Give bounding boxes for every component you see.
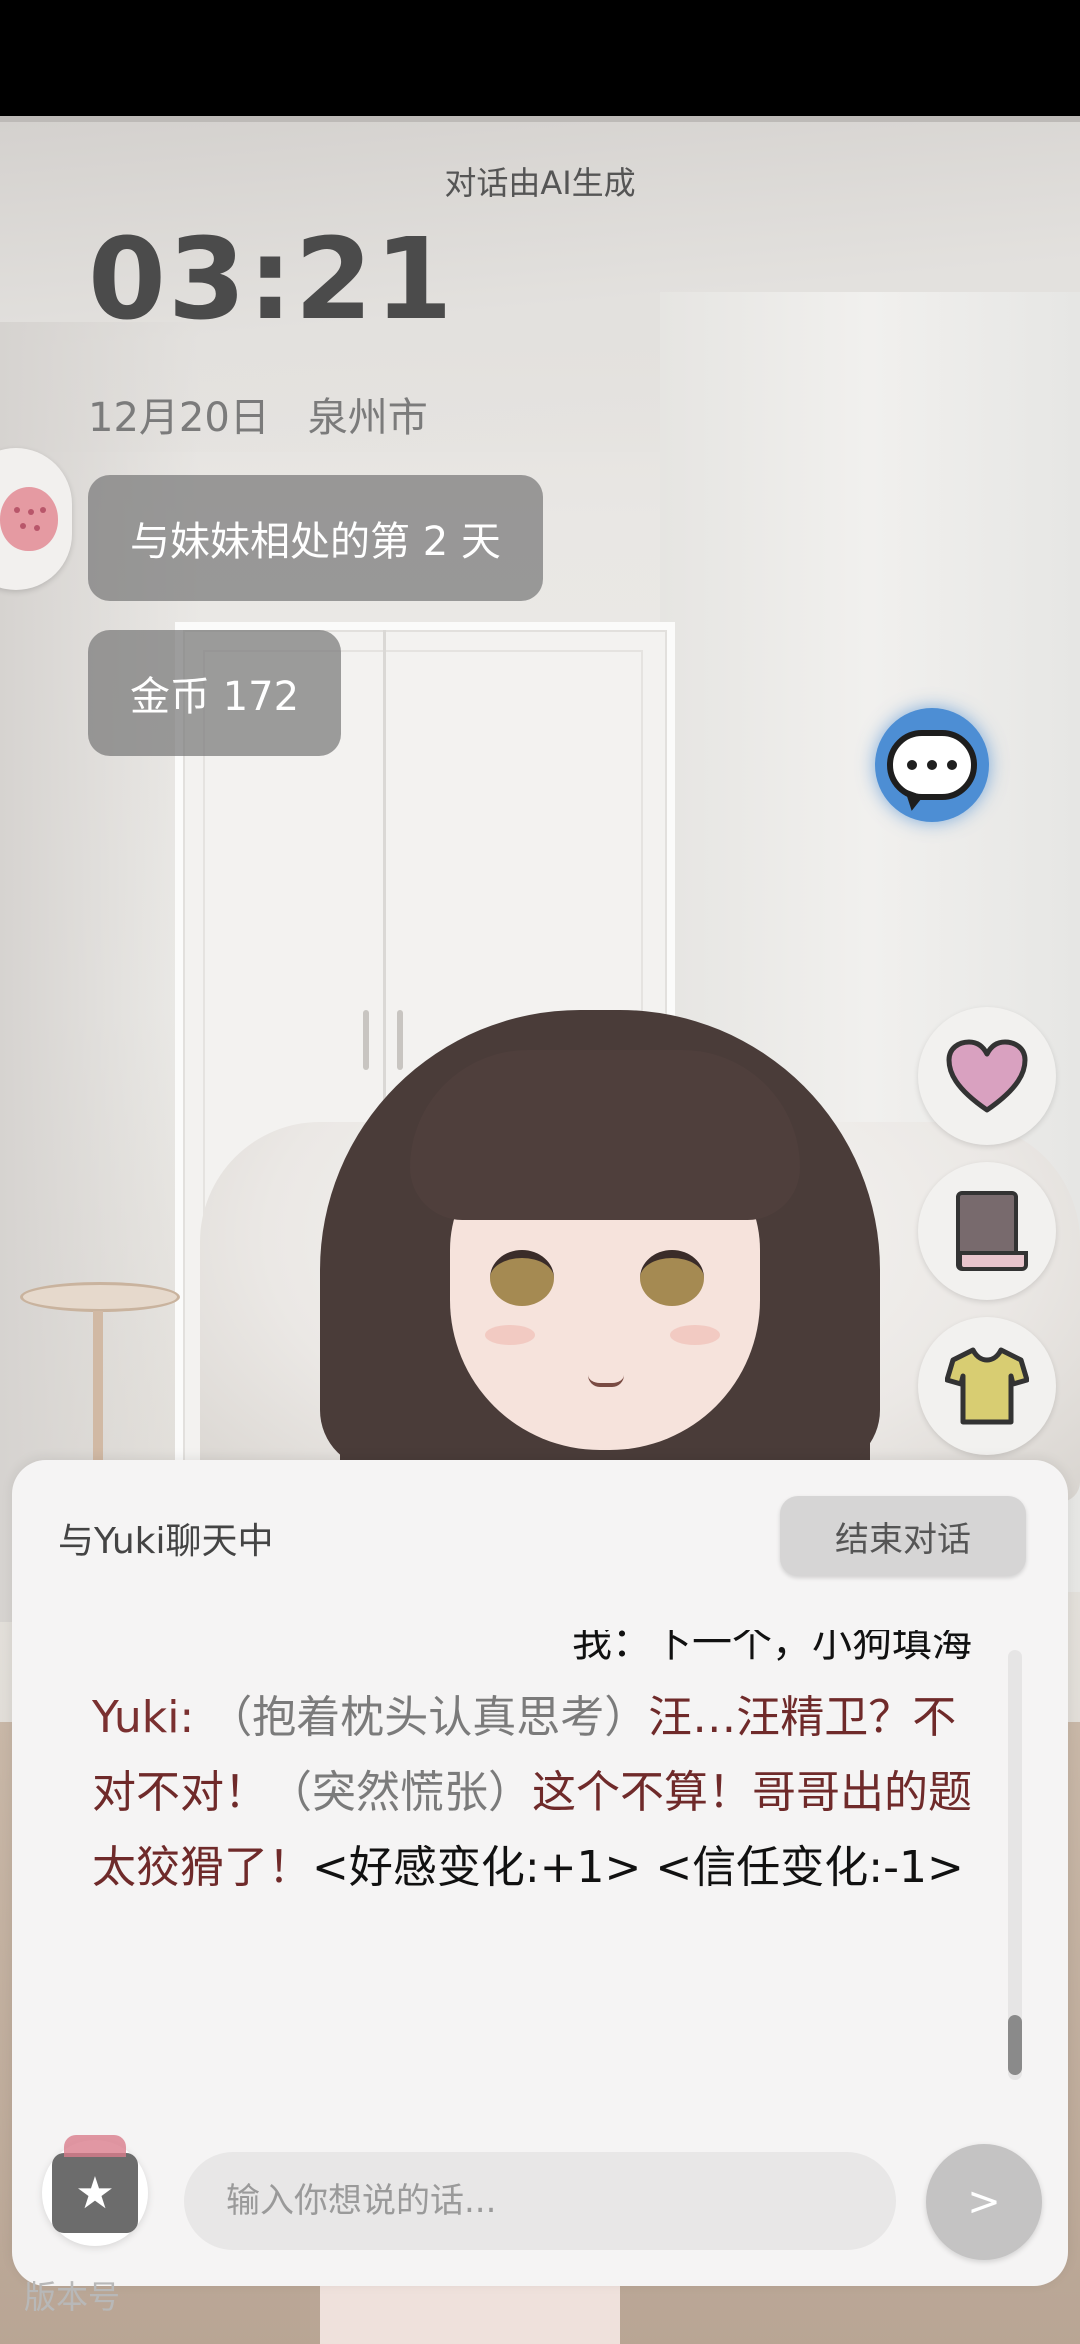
- character-eye: [640, 1250, 704, 1306]
- character-bangs: [410, 1050, 800, 1220]
- wardrobe-button[interactable]: [918, 1317, 1056, 1455]
- end-chat-button[interactable]: 结束对话: [780, 1496, 1026, 1576]
- shirt-icon: [945, 1347, 1029, 1425]
- ai-message: Yuki: （抱着枕头认真思考）汪…汪精卫？不对不对！（突然慌张）这个不算！哥哥…: [92, 1680, 972, 1905]
- affection-button[interactable]: [918, 1007, 1056, 1145]
- heart-icon: [946, 1039, 1028, 1113]
- character-blush: [670, 1325, 720, 1345]
- ai-generated-note: 对话由AI生成: [444, 164, 636, 202]
- book-icon: [956, 1191, 1028, 1271]
- chat-button[interactable]: [875, 708, 989, 822]
- strawberry-icon: [0, 487, 58, 551]
- status-change-tags: <好感变化:+1> <信任变化:-1>: [312, 1842, 964, 1893]
- date-location: 12月20日 泉州市: [88, 385, 428, 443]
- character-blush: [485, 1325, 535, 1345]
- city-text: 泉州市: [307, 395, 428, 441]
- ai-action-text: （抱着枕头认真思考）: [208, 1692, 649, 1743]
- date-text: 12月20日: [88, 395, 270, 441]
- coin-balance-badge: 金币 172: [88, 630, 342, 756]
- scrollbar-thumb[interactable]: [1008, 2015, 1022, 2075]
- character-eye: [490, 1250, 554, 1306]
- gift-button[interactable]: ★: [42, 2135, 148, 2246]
- diary-button[interactable]: [918, 1162, 1056, 1300]
- chat-panel: 与Yuki聊天中 结束对话 我：下一个，小狗填海 Yuki: （抱着枕头认真思考…: [12, 1460, 1068, 2286]
- status-bar: [0, 0, 1080, 118]
- message-scrollbar[interactable]: [1008, 1650, 1022, 2080]
- days-together-badge: 与妹妹相处的第 2 天: [88, 475, 543, 601]
- version-label: 版本号: [24, 2278, 121, 2316]
- user-message: 我：下一个，小狗填海: [572, 1630, 972, 1666]
- message-list[interactable]: 我：下一个，小狗填海 Yuki: （抱着枕头认真思考）汪…汪精卫？不对不对！（突…: [52, 1630, 992, 2060]
- side-table: [20, 1282, 180, 1511]
- chat-title: 与Yuki聊天中: [58, 1521, 274, 1562]
- speech-bubble-icon: [887, 730, 977, 800]
- gift-icon: ★: [52, 2135, 138, 2233]
- ai-speaker-name: Yuki:: [92, 1692, 195, 1743]
- message-input[interactable]: [184, 2152, 896, 2250]
- clock-time: 03:21: [88, 215, 455, 345]
- send-button[interactable]: >: [926, 2144, 1042, 2260]
- ai-action-text: （突然慌张）: [268, 1767, 532, 1818]
